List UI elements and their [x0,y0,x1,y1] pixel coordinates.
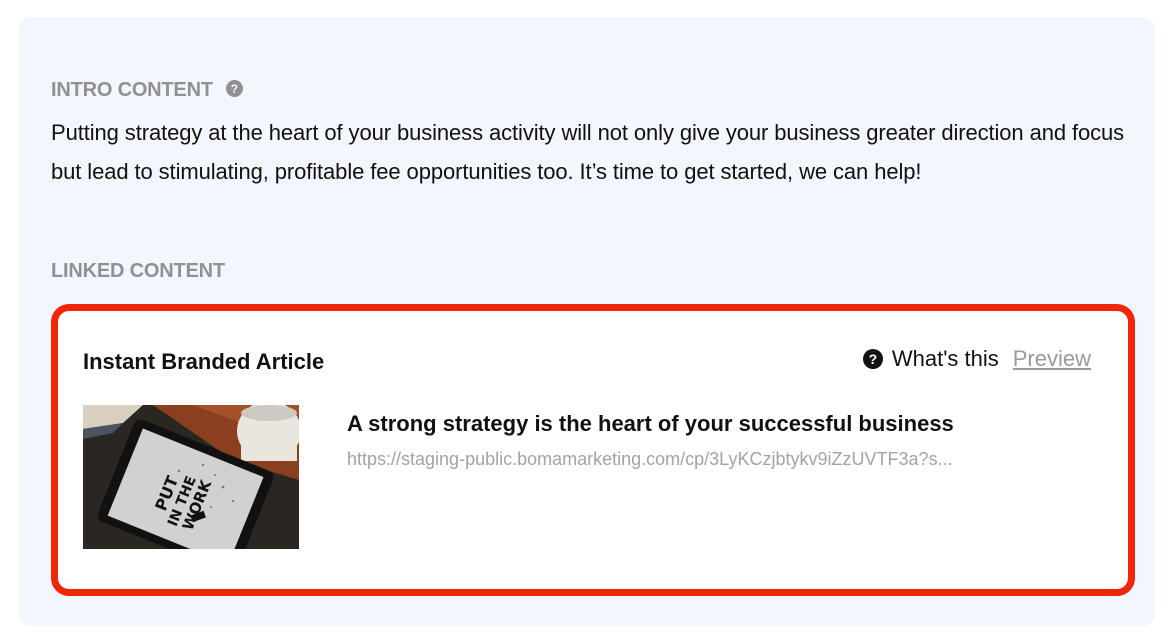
card-title: Instant Branded Article [83,349,325,374]
intro-content-header: INTRO CONTENT ? [51,79,243,102]
intro-content-text: Putting strategy at the heart of your bu… [51,120,1125,184]
question-circle-icon[interactable]: ? [862,349,883,369]
preview-link[interactable]: Preview [1013,346,1091,372]
card-actions: ? What's this Preview [862,346,1091,372]
question-circle-icon[interactable]: ? [225,80,243,97]
content-panel: INTRO CONTENT ? Putting strategy at the … [19,17,1155,626]
linked-content-card: Instant Branded Article ? What's this Pr… [51,304,1135,596]
linked-content-label: LINKED CONTENT [51,260,225,282]
article-url: https://staging-public.bomamarketing.com… [347,449,953,469]
intro-content-label: INTRO CONTENT [51,79,213,101]
article-title-link[interactable]: A strong strategy is the heart of your s… [347,411,954,437]
whats-this-link[interactable]: What's this [892,346,999,372]
article-thumbnail[interactable]: PUT IN THE WORK [83,405,299,549]
